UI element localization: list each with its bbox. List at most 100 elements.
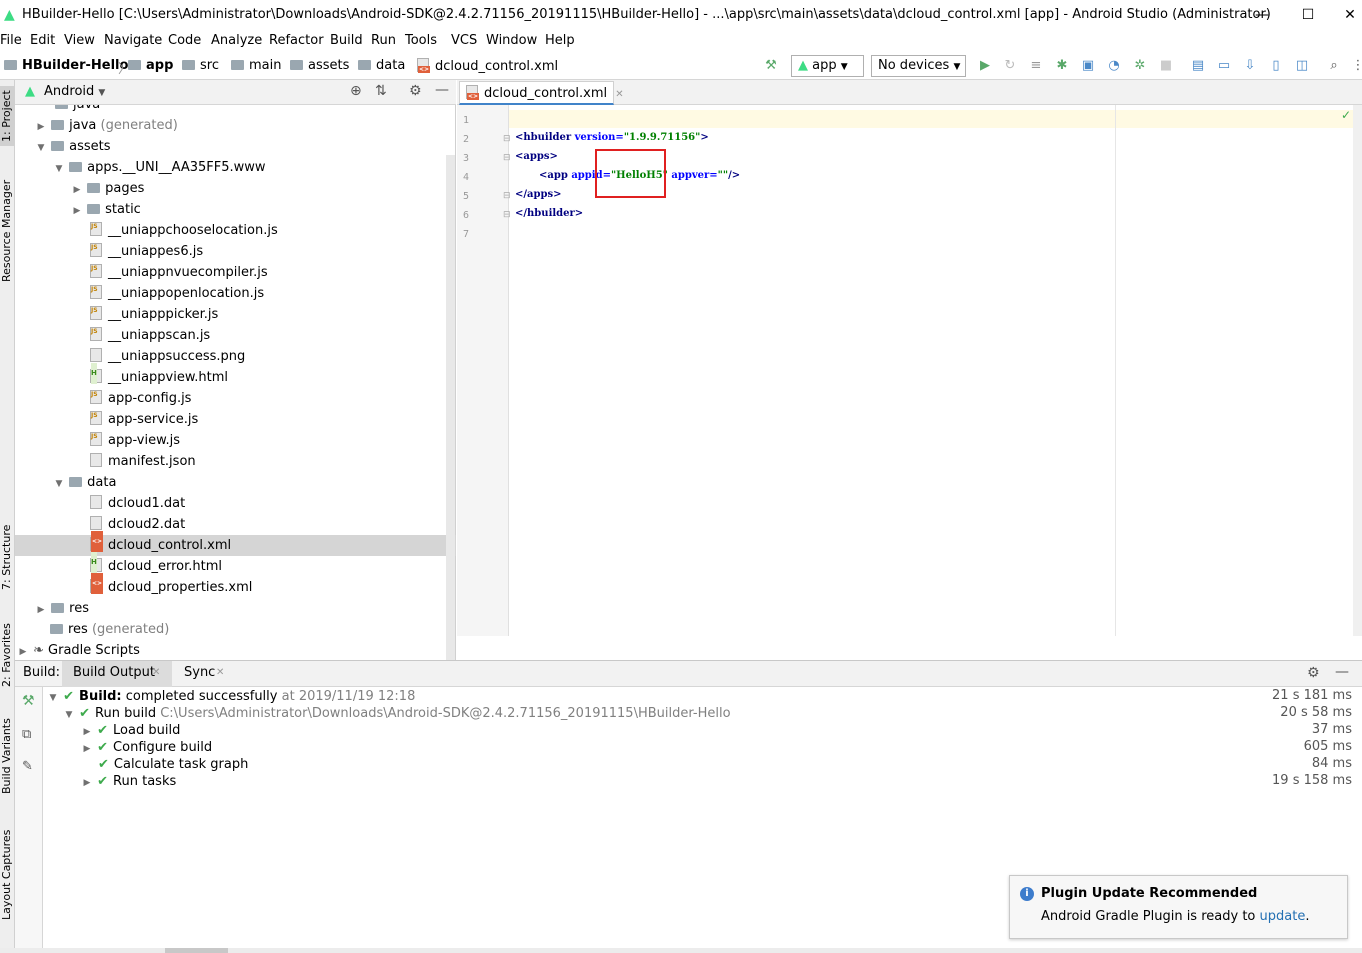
tree-file[interactable]: dcloud2.dat [15, 514, 456, 535]
close-tab-icon[interactable]: ✕ [216, 667, 224, 678]
maximize-button[interactable]: ☐ [1298, 5, 1318, 25]
tree-node-static[interactable]: ▶ static [15, 199, 456, 220]
tree-node-apps-folder[interactable]: ▼ apps.__UNI__AA35FF5.www [15, 157, 456, 178]
minimize-button[interactable]: — [1252, 5, 1272, 25]
tree-file[interactable]: app-service.js [15, 405, 456, 430]
tree-file[interactable]: __uniappopenlocation.js [15, 279, 456, 304]
hide-pane-icon[interactable]: — [435, 82, 449, 98]
editor-tab-dcloud-control[interactable]: dcloud_control.xml ✕ [459, 81, 624, 105]
run-icon[interactable]: ▶ [977, 58, 993, 74]
tab-build-variants[interactable]: Build Variants [0, 714, 15, 798]
close-tab-icon[interactable]: ✕ [615, 89, 623, 100]
breadcrumb-file[interactable]: dcloud_control.xml [417, 58, 558, 74]
tree-file[interactable]: manifest.json [15, 451, 456, 472]
tab-favorites[interactable]: 2: Favorites [0, 620, 15, 690]
tree-node-res[interactable]: ▶ res [15, 598, 456, 619]
sdk-manager-icon[interactable]: ⇩ [1242, 58, 1258, 74]
tree-file[interactable]: app-config.js [15, 384, 456, 409]
breadcrumb-data[interactable]: data [358, 58, 405, 73]
build-row-load[interactable]: ▶ ✔ Load build [81, 722, 181, 739]
tree-file[interactable]: __uniappview.html [15, 363, 456, 388]
tree-scrollbar[interactable] [446, 155, 455, 660]
menu-refactor[interactable]: Refactor [269, 33, 324, 48]
tab-structure[interactable]: 7: Structure [0, 518, 15, 596]
tree-node-data[interactable]: ▼ data [15, 472, 456, 493]
tree-file[interactable]: __uniappchooselocation.js [15, 216, 456, 241]
breadcrumb-src[interactable]: src [182, 58, 219, 73]
menu-vcs[interactable]: VCS [451, 33, 477, 48]
tab-project[interactable]: 1: Project [0, 86, 15, 146]
tree-file-selected[interactable]: dcloud_control.xml [15, 531, 456, 556]
menu-analyze[interactable]: Analyze [211, 33, 262, 48]
tab-sync[interactable]: Sync ✕ [173, 661, 233, 687]
breadcrumb-main[interactable]: main [231, 58, 281, 73]
device-file-explorer-icon[interactable]: ▯ [1268, 58, 1284, 74]
sync-gradle-icon[interactable]: ▤ [1190, 58, 1206, 74]
project-view-select[interactable]: Android ▼ [44, 84, 105, 99]
tab-layout-captures[interactable]: Layout Captures [0, 830, 15, 920]
tree-file[interactable]: dcloud1.dat [15, 493, 456, 514]
tree-file[interactable]: __uniappes6.js [15, 237, 456, 262]
tree-file[interactable]: dcloud_properties.xml [15, 573, 456, 598]
breadcrumb-project[interactable]: HBuilder-Hello [4, 58, 128, 73]
tree-file[interactable]: __uniappnvuecompiler.js [15, 258, 456, 283]
toggle-view-icon[interactable]: ⧉ [22, 727, 31, 742]
tree-node-pages[interactable]: ▶ pages [15, 178, 456, 199]
run-config-select[interactable]: ▲ app ▼ [791, 55, 864, 77]
pin-icon[interactable]: ✎ [22, 759, 33, 774]
build-row-configure[interactable]: ▶ ✔ Configure build [81, 739, 213, 756]
more-icon[interactable]: ⋮ [1350, 58, 1362, 74]
tree-node-assets[interactable]: ▼ assets [15, 136, 456, 157]
build-row-task-graph[interactable]: ✔ Calculate task graph [98, 756, 248, 773]
tree-file[interactable]: app-view.js [15, 426, 456, 451]
tree-node-res-generated[interactable]: res (generated) [15, 619, 456, 640]
build-row-run-tasks[interactable]: ▶ ✔ Run tasks [81, 773, 177, 790]
locate-file-icon[interactable]: ⊕ [350, 83, 362, 99]
tree-file[interactable]: __uniappsuccess.png [15, 346, 456, 367]
hammer-icon[interactable]: ⚒ [22, 693, 35, 709]
build-row-run-build[interactable]: ▼ ✔ Run build C:\Users\Administrator\Down… [63, 705, 731, 722]
hide-pane-icon[interactable]: — [1335, 664, 1349, 680]
menu-help[interactable]: Help [545, 33, 575, 48]
tree-file[interactable]: dcloud_error.html [15, 552, 456, 577]
menu-view[interactable]: View [64, 33, 95, 48]
search-icon[interactable]: ⌕ [1326, 58, 1342, 74]
tab-resource-manager[interactable]: Resource Manager [0, 176, 15, 286]
gear-icon[interactable]: ⚙ [409, 83, 422, 99]
horizontal-scrollbar-thumb[interactable] [165, 948, 228, 953]
menu-navigate[interactable]: Navigate [104, 33, 162, 48]
device-select[interactable]: No devices ▼ [871, 55, 966, 77]
project-structure-icon[interactable]: ◫ [1294, 58, 1310, 74]
tree-file[interactable]: __uniapppicker.js [15, 300, 456, 325]
update-link[interactable]: update [1260, 909, 1306, 924]
breadcrumb-app[interactable]: app [128, 58, 173, 73]
apply-code-changes-icon[interactable]: ≡ [1028, 58, 1044, 74]
menu-edit[interactable]: Edit [30, 33, 55, 48]
tree-file[interactable]: __uniappscan.js [15, 321, 456, 346]
avd-manager-icon[interactable]: ▭ [1216, 58, 1232, 74]
tab-build-output[interactable]: Build Output ✕ [62, 661, 172, 687]
menu-build[interactable]: Build [330, 33, 363, 48]
breadcrumb-assets[interactable]: assets [290, 58, 349, 73]
menu-code[interactable]: Code [168, 33, 201, 48]
apply-changes-icon[interactable]: ↻ [1002, 58, 1018, 74]
tree-node-java[interactable]: java [15, 105, 456, 115]
menu-tools[interactable]: Tools [405, 33, 437, 48]
editor-scrollbar[interactable] [1353, 105, 1362, 636]
menu-window[interactable]: Window [486, 33, 537, 48]
plugin-update-notification[interactable]: i Plugin Update Recommended Android Grad… [1009, 875, 1348, 939]
gear-icon[interactable]: ⚙ [1307, 665, 1320, 681]
close-button[interactable]: ✕ [1340, 5, 1360, 25]
debug-icon[interactable]: ✱ [1054, 58, 1070, 74]
build-row-root[interactable]: ▼ ✔ Build: completed successfully at 2019… [47, 688, 416, 705]
make-project-hammer-icon[interactable]: ⚒ [763, 58, 779, 74]
attach-debugger-icon[interactable]: ✲ [1132, 58, 1148, 74]
tree-node-java-generated[interactable]: ▶ java (generated) [15, 115, 456, 136]
tree-node-gradle-scripts[interactable]: ▶ ❧ Gradle Scripts [15, 640, 456, 660]
menu-file[interactable]: File [0, 33, 22, 48]
coverage-icon[interactable]: ▣ [1080, 58, 1096, 74]
collapse-all-icon[interactable]: ⇅ [375, 83, 387, 99]
close-tab-icon[interactable]: ✕ [152, 667, 160, 678]
profile-icon[interactable]: ◔ [1106, 58, 1122, 74]
stop-icon[interactable]: ■ [1158, 58, 1174, 74]
